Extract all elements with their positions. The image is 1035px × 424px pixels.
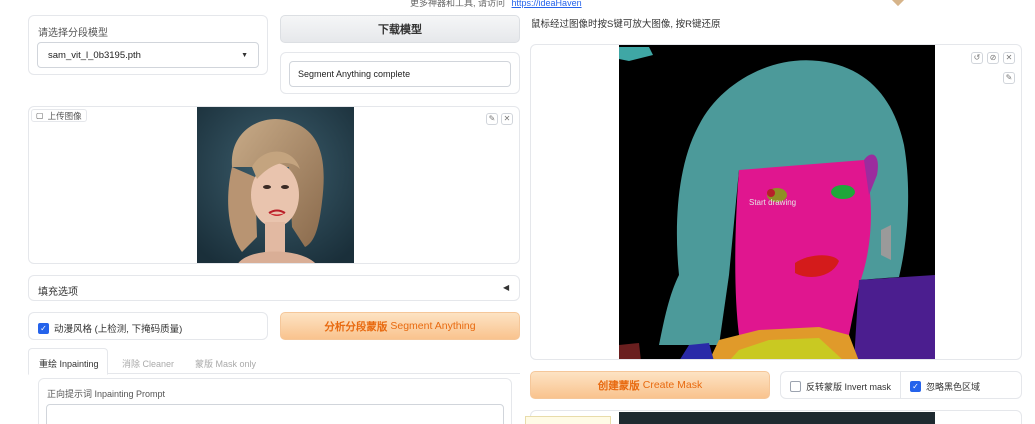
tooltip-edge <box>525 416 611 424</box>
ignore-black-checkbox[interactable]: ✓ <box>910 381 921 392</box>
anime-style-panel: ✓ 动漫风格 (上检测, 下掩码质量) <box>28 312 268 340</box>
segment-anything-zh: 分析分段蒙版 <box>324 320 388 333</box>
download-model-label: 下载模型 <box>378 24 422 36</box>
segmentation-mask-canvas[interactable]: Start drawing <box>619 45 935 360</box>
tab-mask-only[interactable]: 蒙版 Mask only <box>195 357 256 370</box>
uploaded-portrait-image <box>197 107 354 263</box>
undo-icon[interactable]: ↺ <box>971 52 983 64</box>
top-banner: 更多神器和工具, 请访问 https://ideaHaven <box>410 0 582 9</box>
upload-image-label: 上传图像 <box>47 110 82 121</box>
fill-options-label: 填充选项 <box>38 287 78 298</box>
create-mask-button[interactable]: 创建蒙版 Create Mask <box>530 371 770 399</box>
close-icon[interactable]: ✕ <box>501 113 513 125</box>
collapse-triangle-icon: ◀ <box>503 283 510 292</box>
download-model-button[interactable]: 下载模型 <box>280 15 520 43</box>
segment-model-select[interactable]: sam_vit_l_0b3195.pth ▼ <box>37 42 259 68</box>
invert-mask-checkbox-row[interactable]: 反转蒙版 Invert mask <box>790 380 891 393</box>
invert-mask-label: 反转蒙版 Invert mask <box>806 382 892 392</box>
edit-icon[interactable]: ✎ <box>486 113 498 125</box>
segment-anything-en: Segment Anything <box>390 320 476 332</box>
top-banner-link[interactable]: https://ideaHaven <box>512 0 582 8</box>
mask-canvas-panel: ↺ ⊘ ✕ ✎ Start drawing <box>530 44 1022 360</box>
segment-model-panel: 请选择分段模型 sam_vit_l_0b3195.pth ▼ <box>28 15 268 75</box>
upload-image-panel[interactable]: ▢ 上传图像 ✎ ✕ <box>28 106 520 264</box>
fill-options-accordion[interactable]: 填充选项 ◀ <box>28 275 520 301</box>
anime-style-checkbox-row[interactable]: ✓ 动漫风格 (上检测, 下掩码质量) <box>38 321 182 335</box>
upload-image-tag: ▢ 上传图像 <box>31 109 87 122</box>
invert-mask-checkbox[interactable] <box>790 381 801 392</box>
clear-icon[interactable]: ⊘ <box>987 52 999 64</box>
prompt-textarea[interactable] <box>46 404 504 424</box>
prompt-label: 正向提示词 Inpainting Prompt <box>47 389 166 399</box>
create-mask-zh: 创建蒙版 <box>597 379 640 392</box>
dropdown-arrow-icon: ▼ <box>241 51 248 59</box>
brush-icon[interactable]: ✎ <box>1003 72 1015 84</box>
create-mask-en: Create Mask <box>642 379 703 391</box>
options-divider <box>900 372 901 398</box>
prompt-panel: 正向提示词 Inpainting Prompt <box>38 378 512 424</box>
close-icon[interactable]: ✕ <box>1003 52 1015 64</box>
segment-model-label: 请选择分段模型 <box>38 28 108 39</box>
tab-cleaner[interactable]: 消除 Cleaner <box>122 357 174 370</box>
result-image-preview <box>619 412 935 424</box>
segment-anything-button[interactable]: 分析分段蒙版 Segment Anything <box>280 312 520 340</box>
ignore-black-label: 忽略黑色区域 <box>926 382 981 392</box>
zoom-hint-text: 鼠标经过图像时按S键可放大图像, 按R键还原 <box>531 19 721 30</box>
top-banner-text: 更多神器和工具, 请访问 <box>410 0 506 8</box>
corner-decoration-icon <box>890 0 906 7</box>
ignore-black-checkbox-row[interactable]: ✓ 忽略黑色区域 <box>910 380 980 393</box>
anime-style-label: 动漫风格 (上检测, 下掩码质量) <box>54 324 183 335</box>
tab-inpainting[interactable]: 重绘 Inpainting <box>39 357 99 370</box>
status-panel: Segment Anything complete <box>280 52 520 94</box>
status-text: Segment Anything complete <box>298 69 411 79</box>
image-icon: ▢ <box>36 111 44 120</box>
anime-style-checkbox[interactable]: ✓ <box>38 322 49 334</box>
mask-options-panel: 反转蒙版 Invert mask ✓ 忽略黑色区域 <box>780 371 1022 399</box>
canvas-overlay-text: Start drawing <box>749 198 796 207</box>
status-textbox[interactable]: Segment Anything complete <box>289 61 511 87</box>
segment-model-value: sam_vit_l_0b3195.pth <box>48 49 141 61</box>
